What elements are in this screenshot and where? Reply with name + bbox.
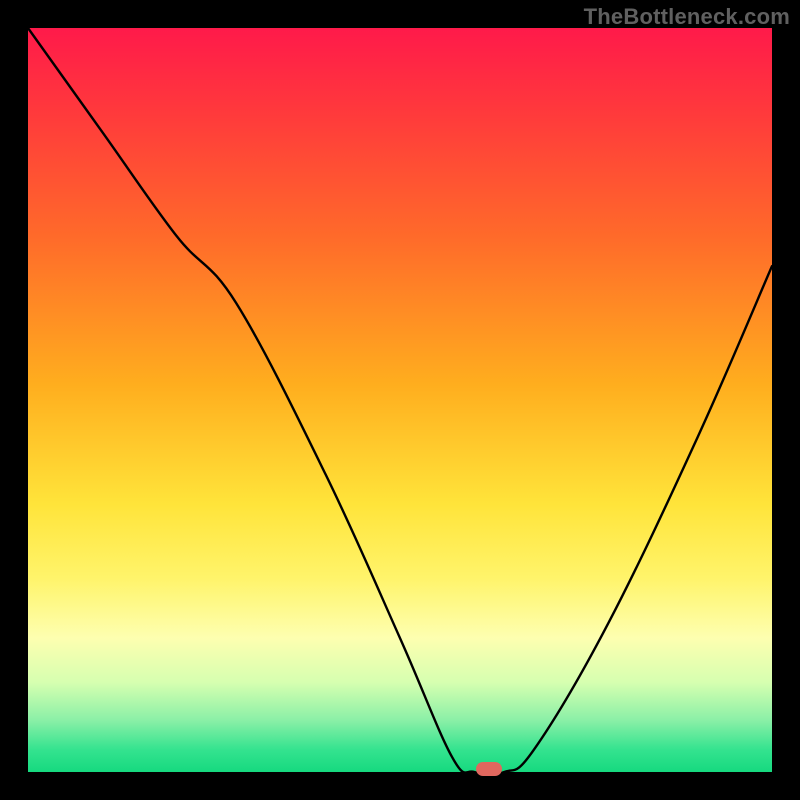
optimal-point-indicator <box>476 762 502 776</box>
attribution-text: TheBottleneck.com <box>584 4 790 30</box>
chart-frame: TheBottleneck.com <box>0 0 800 800</box>
bottleneck-curve <box>28 28 772 772</box>
plot-area <box>28 28 772 772</box>
